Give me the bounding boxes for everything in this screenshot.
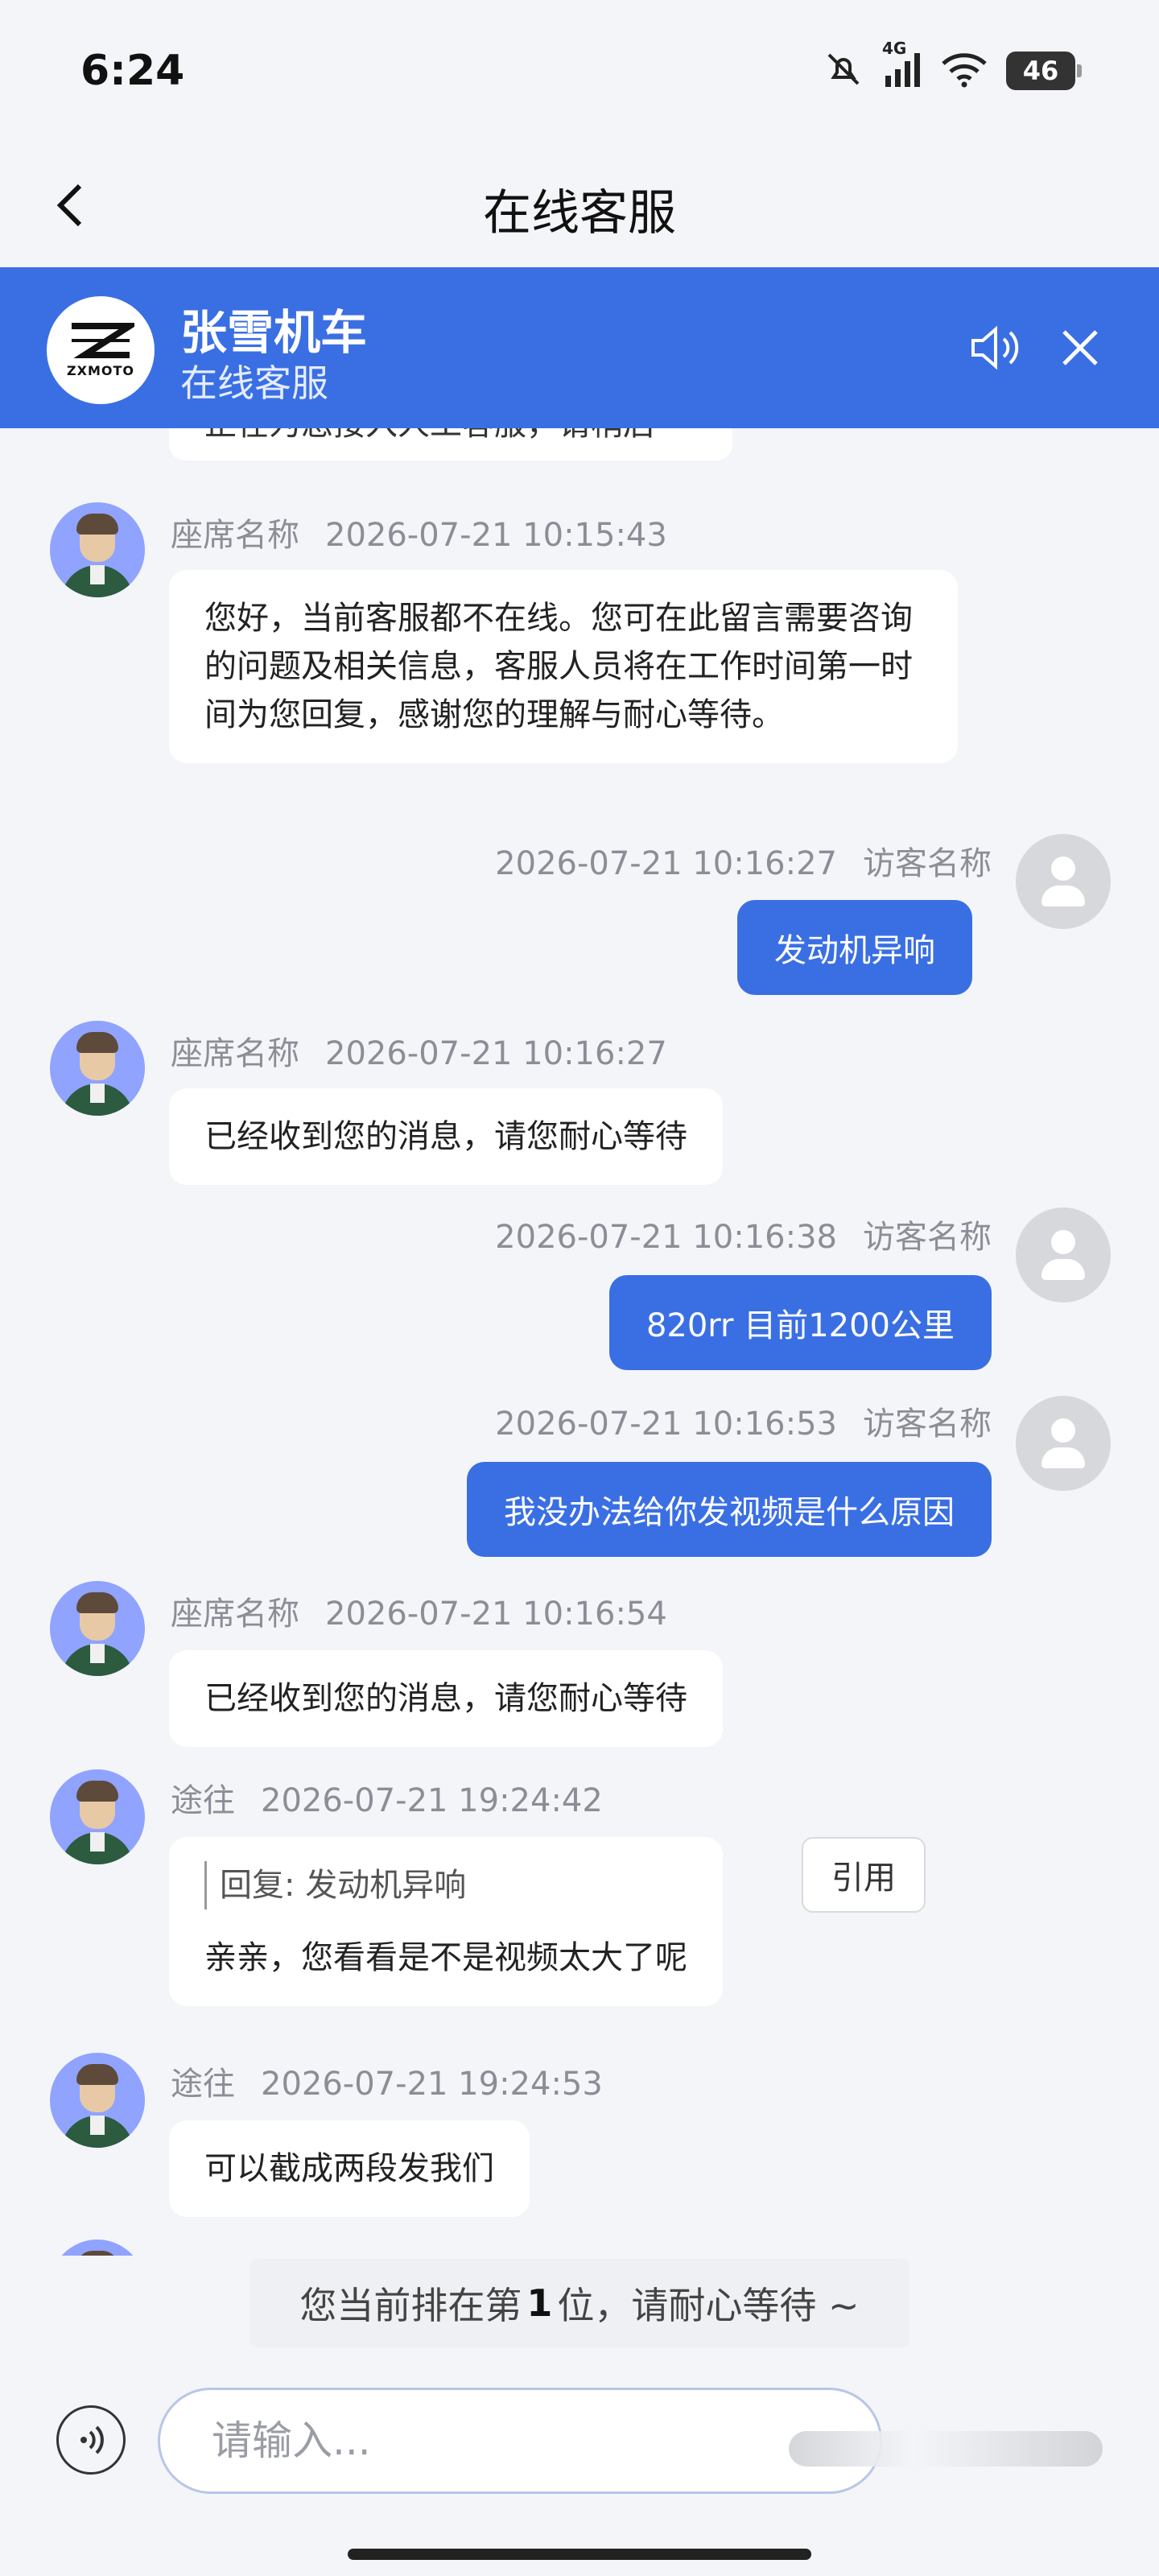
message-meta: 2026-07-21 10:16:38 访客名称	[495, 1211, 992, 1257]
speaker-icon	[971, 325, 1019, 370]
chat-list[interactable]: 正在为您接入人工客服，请稍后 座席名称 2026-07-21 10:15:43 您…	[0, 428, 1159, 2256]
brand-subtitle: 在线客服	[180, 361, 328, 405]
voice-icon	[80, 2425, 104, 2454]
user-avatar	[1016, 834, 1111, 929]
battery-icon: 46	[1006, 52, 1082, 90]
status-bar: 6:24 4G 46	[0, 0, 1159, 145]
message-time: 2026-07-21 19:24:53	[261, 2066, 603, 2103]
status-time: 6:24	[80, 47, 185, 95]
message-time: 2026-07-21 10:16:38	[495, 1219, 837, 1256]
message-bubble: 我没办法给你发视频是什么原因	[467, 1462, 992, 1557]
user-avatar	[1016, 1396, 1111, 1491]
sender-name: 途往	[171, 2066, 235, 2103]
message-time: 2026-07-21 10:16:54	[325, 1596, 667, 1633]
message-meta: 座席名称 2026-07-21 10:16:27	[171, 1027, 667, 1074]
title-bar: 在线客服	[0, 145, 1159, 266]
input-bar	[0, 2351, 1159, 2576]
message-bubble: 已经收到您的消息，请您耐心等待	[169, 1088, 723, 1185]
message-time: 2026-07-21 19:24:42	[261, 1782, 603, 1819]
message-meta: 2026-07-21 10:16:53 访客名称	[495, 1397, 992, 1444]
message-input[interactable]	[158, 2388, 882, 2494]
message-bubble: 您好，当前客服都不在线。您可在此留言需要咨询的问题及相关信息，客服人员将在工作时…	[169, 570, 958, 763]
agent-avatar	[50, 1581, 145, 1676]
message-time: 2026-07-21 10:16:53	[495, 1406, 837, 1443]
agent-avatar	[50, 1021, 145, 1116]
message-bubble: 820rr 目前1200公里	[608, 1275, 992, 1370]
message-bubble: 发动机异响	[737, 900, 972, 995]
message-time: 2026-07-21 10:16:27	[325, 1035, 667, 1072]
voice-button[interactable]	[56, 2405, 126, 2475]
close-icon	[1062, 330, 1098, 365]
brand-logo: ZXMOTO	[47, 296, 155, 404]
send-area[interactable]	[789, 2431, 1103, 2467]
message-meta: 途往 2026-07-21 19:24:53	[171, 2058, 603, 2104]
brand-name: 张雪机车	[180, 305, 368, 360]
queue-suffix: 位，请耐心等待 ~	[557, 2284, 860, 2327]
sender-name: 途往	[171, 1782, 235, 1819]
home-indicator[interactable]	[348, 2549, 811, 2560]
message-meta: 座席名称 2026-07-21 10:16:54	[171, 1587, 667, 1634]
message-bubble: 可以截成两段发我们	[169, 2120, 530, 2217]
user-avatar	[1016, 1208, 1111, 1302]
agent-avatar	[50, 2053, 145, 2148]
zx-logo-icon	[72, 322, 134, 358]
sender-name: 访客名称	[863, 1219, 992, 1256]
sender-name: 访客名称	[863, 1406, 992, 1443]
queue-notice: 您当前排在第 1 位，请耐心等待 ~	[250, 2259, 909, 2347]
wifi-icon	[940, 51, 988, 91]
queue-position: 1	[526, 2281, 553, 2325]
signal-icon: 4G	[882, 39, 922, 92]
speaker-button[interactable]	[963, 316, 1027, 380]
message-meta: 途往 2026-07-21 19:24:42	[171, 1774, 603, 1821]
message-time: 2026-07-21 10:16:27	[495, 845, 837, 882]
mute-icon	[823, 48, 864, 93]
message-meta: 座席名称 2026-07-21 10:15:43	[171, 509, 667, 555]
sender-name: 访客名称	[863, 845, 992, 882]
page-title: 在线客服	[483, 185, 676, 242]
quote-button[interactable]: 引用	[802, 1837, 926, 1913]
logo-text: ZXMOTO	[67, 362, 134, 378]
agent-avatar	[50, 502, 145, 597]
quoted-reply: 回复: 发动机异响	[204, 1861, 687, 1909]
queue-prefix: 您当前排在第	[299, 2284, 522, 2327]
message-meta: 2026-07-21 10:16:27 访客名称	[495, 837, 992, 884]
message-time: 2026-07-21 10:15:43	[325, 517, 667, 554]
network-type: 4G	[882, 39, 907, 58]
sender-name: 座席名称	[171, 517, 299, 554]
message-bubble: 已经收到您的消息，请您耐心等待	[169, 1650, 723, 1747]
status-icons: 4G 46	[823, 39, 1082, 95]
agent-avatar	[50, 2240, 145, 2256]
close-button[interactable]	[1048, 316, 1112, 380]
message-text: 亲亲，您看看是不是视频太大了呢	[204, 1939, 687, 1976]
brand-header: ZXMOTO 张雪机车 在线客服	[0, 267, 1159, 428]
message-bubble: 回复: 发动机异响 亲亲，您看看是不是视频太大了呢	[169, 1837, 723, 2006]
sender-name: 座席名称	[171, 1035, 299, 1072]
sender-name: 座席名称	[171, 1596, 299, 1633]
message-bubble: 正在为您接入人工客服，请稍后	[169, 428, 732, 460]
agent-avatar	[50, 1769, 145, 1864]
